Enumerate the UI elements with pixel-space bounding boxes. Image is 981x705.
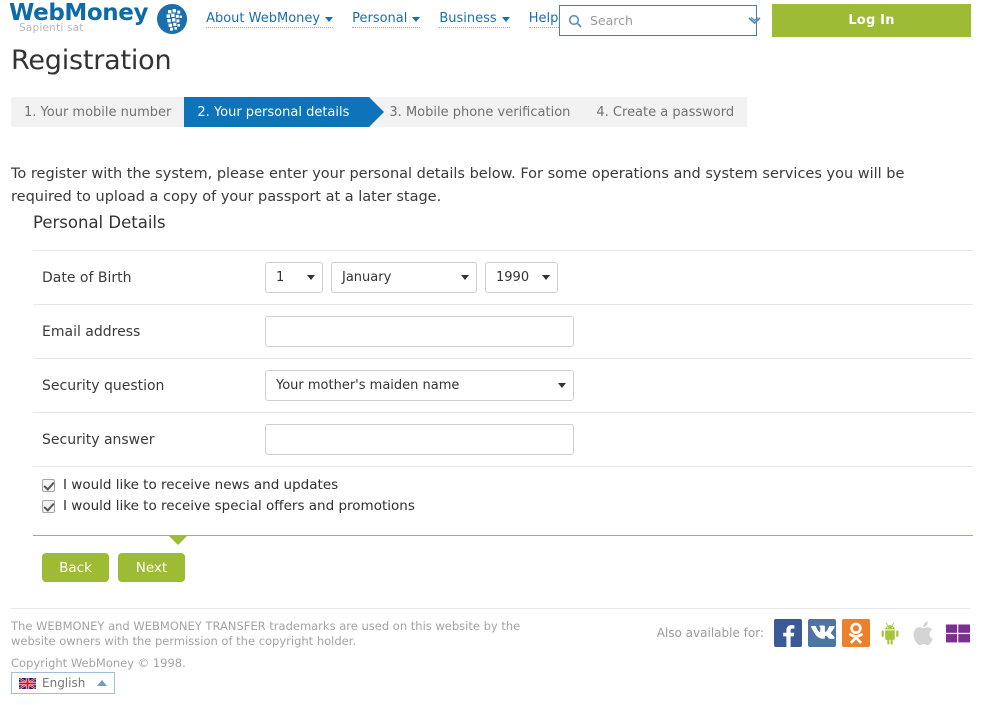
android-icon[interactable] [876, 619, 904, 647]
nav-label-personal: Personal [352, 11, 408, 26]
step-3-phone-verification[interactable]: 3. Mobile phone verification [376, 97, 584, 127]
dob-month-select[interactable]: January [331, 262, 477, 293]
intro-text: To register with the system, please ente… [11, 165, 905, 205]
back-button[interactable]: Back [42, 553, 109, 582]
special-offers-label[interactable]: I would like to receive special offers a… [63, 498, 415, 514]
step-2-label: 2. Your personal details [197, 104, 350, 120]
trademark-text: The WEBMONEY and WEBMONEY TRANSFER trade… [11, 619, 521, 648]
row-email-address: Email address [33, 304, 973, 358]
subscription-options: I would like to receive news and updates… [33, 466, 973, 523]
step-1-mobile-number[interactable]: 1. Your mobile number [11, 97, 185, 127]
step-4-create-password[interactable]: 4. Create a password [583, 97, 748, 127]
security-question-select[interactable]: Your mother's maiden name [265, 370, 574, 401]
chevron-down-icon [461, 275, 469, 280]
also-available-for: Also available for: [657, 619, 972, 647]
also-available-label: Also available for: [656, 626, 764, 640]
logo-text: WebMoney Sapienti sat [9, 2, 148, 34]
webmoney-globe-icon [157, 4, 188, 34]
field-security-answer [265, 424, 973, 455]
uk-flag-icon [19, 677, 36, 689]
nav-label-about: About WebMoney [206, 11, 321, 26]
chevron-down-icon [501, 17, 510, 22]
email-input[interactable] [265, 316, 574, 347]
security-question-value: Your mother's maiden name [276, 378, 460, 393]
step-1-label: 1. Your mobile number [24, 104, 172, 120]
page-title: Registration [11, 45, 172, 76]
nav-label-help: Help [528, 11, 559, 26]
label-security-question: Security question [42, 377, 165, 394]
login-button[interactable]: Log In [772, 4, 971, 37]
dob-year-select[interactable]: 1990 [485, 262, 558, 293]
vk-icon[interactable] [808, 619, 836, 647]
row-security-question: Security question Your mother's maiden n… [33, 358, 973, 412]
search-icon [568, 14, 582, 28]
windows-icon[interactable] [944, 619, 972, 647]
label-email-address: Email address [42, 323, 141, 340]
site-header: WebMoney Sapienti sat About WebMoney Per… [0, 0, 981, 42]
nav-item-personal[interactable]: Personal [352, 11, 421, 28]
dob-day-value: 1 [276, 270, 285, 285]
nav-item-about-webmoney[interactable]: About WebMoney [206, 11, 334, 28]
dob-day-select[interactable]: 1 [265, 262, 323, 293]
row-date-of-birth: Date of Birth 1 January 1990 [33, 250, 973, 304]
checkbox-row-news[interactable]: I would like to receive news and updates [42, 477, 973, 493]
arrow-down-icon [169, 536, 187, 545]
search-box[interactable] [559, 5, 761, 36]
apple-icon[interactable] [910, 619, 938, 647]
chevron-down-icon [542, 275, 550, 280]
chevron-down-icon [412, 17, 421, 22]
row-security-answer: Security answer [33, 412, 973, 466]
dob-year-value: 1990 [496, 270, 530, 285]
personal-details-form: Personal Details Date of Birth 1 January… [33, 213, 973, 582]
label-date-of-birth: Date of Birth [42, 269, 132, 286]
news-updates-checkbox[interactable] [42, 478, 55, 492]
nav-item-business[interactable]: Business [439, 11, 510, 28]
search-input[interactable] [588, 12, 748, 29]
registration-steps: 1. Your mobile number 2. Your personal d… [11, 97, 748, 127]
field-security-question: Your mother's maiden name [265, 370, 973, 401]
odnoklassniki-icon[interactable] [842, 619, 870, 647]
field-date-of-birth: 1 January 1990 [265, 262, 973, 293]
special-offers-checkbox[interactable] [42, 499, 55, 513]
language-label: English [42, 676, 86, 690]
label-security-answer: Security answer [42, 431, 155, 448]
chevron-double-down-icon[interactable] [748, 16, 761, 25]
chevron-down-icon [307, 275, 315, 280]
step-4-label: 4. Create a password [596, 104, 735, 120]
checkbox-row-offers[interactable]: I would like to receive special offers a… [42, 498, 973, 514]
registration-page: WebMoney Sapienti sat About WebMoney Per… [0, 0, 981, 705]
security-answer-input[interactable] [265, 424, 574, 455]
dob-month-value: January [342, 270, 392, 285]
main-navigation: About WebMoney Personal Business Help [206, 11, 572, 28]
section-title: Personal Details [33, 213, 166, 232]
footer-legal: The WEBMONEY and WEBMONEY TRANSFER trade… [11, 619, 531, 671]
green-divider [33, 535, 973, 545]
language-selector[interactable]: English [11, 672, 116, 694]
copyright-text: Copyright WebMoney © 1998. [11, 656, 186, 670]
field-email-address [265, 316, 973, 347]
next-button[interactable]: Next [118, 553, 185, 582]
facebook-icon[interactable] [774, 619, 802, 647]
news-updates-label[interactable]: I would like to receive news and updates [63, 477, 338, 493]
step-3-label: 3. Mobile phone verification [389, 104, 571, 120]
logo[interactable]: WebMoney Sapienti sat [9, 2, 188, 35]
chevron-up-icon [97, 680, 108, 686]
footer-separator [11, 608, 970, 609]
chevron-down-icon [325, 17, 334, 22]
nav-label-business: Business [439, 11, 497, 26]
form-buttons: Back Next [33, 553, 973, 582]
chevron-down-icon [558, 383, 566, 388]
step-2-personal-details[interactable]: 2. Your personal details [184, 97, 385, 127]
